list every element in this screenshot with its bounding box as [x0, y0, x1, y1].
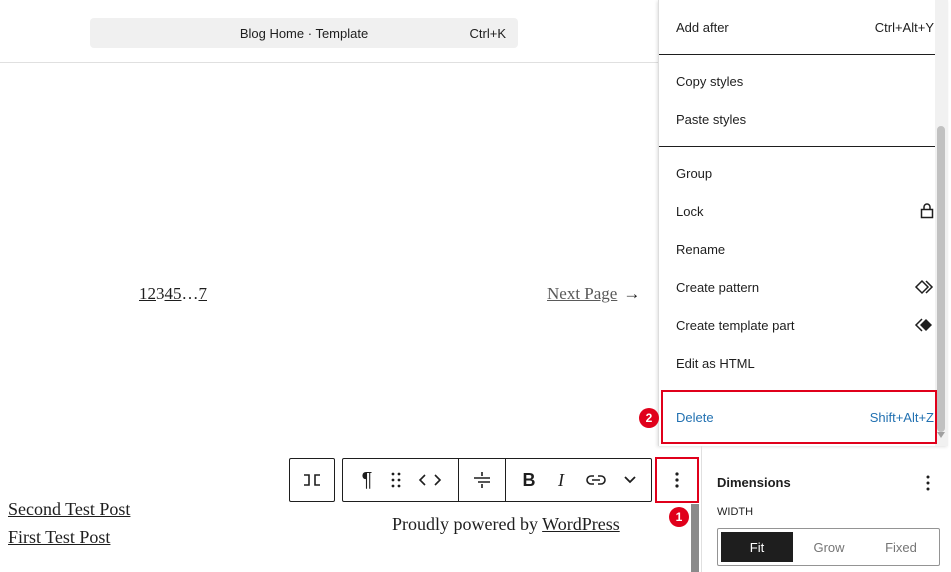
template-part-icon: [914, 317, 934, 336]
menu-item-create-pattern[interactable]: Create pattern: [676, 279, 934, 300]
next-arrow-icon: →: [623, 284, 641, 303]
parent-block-icon[interactable]: [290, 459, 334, 501]
page-current-3: 3: [156, 284, 165, 303]
drag-handle-icon[interactable]: [383, 459, 409, 501]
page-link-1[interactable]: 1: [139, 284, 148, 303]
menu-item-edit-as-html[interactable]: Edit as HTML: [676, 356, 934, 376]
toolbar-parent-group: [289, 458, 335, 502]
menu-item-rename[interactable]: Rename: [676, 242, 934, 262]
menu-item-add-after[interactable]: Add after Ctrl+Alt+Y: [676, 20, 934, 40]
block-toolbar: ¶ B I: [342, 458, 652, 502]
width-option-fixed[interactable]: Fixed: [865, 532, 937, 562]
powered-prefix: Proudly powered by: [392, 514, 543, 534]
page-ellipsis: …: [181, 284, 199, 303]
menu-item-paste-styles[interactable]: Paste styles: [676, 112, 934, 132]
menu-item-label: Lock: [676, 204, 704, 219]
powered-by-text: Proudly powered by WordPress: [392, 514, 620, 535]
annotation-badge-1: 1: [669, 507, 689, 527]
pattern-icon: [914, 279, 934, 298]
dimensions-title: Dimensions: [717, 475, 791, 490]
command-shortcut: Ctrl+K: [469, 26, 506, 41]
menu-item-label: Paste styles: [676, 112, 747, 127]
toolbar-separator: [505, 459, 506, 501]
menu-divider: [659, 146, 935, 147]
align-icon[interactable]: [467, 459, 497, 501]
menu-item-label: Edit as HTML: [676, 356, 755, 371]
menu-item-label: Create pattern: [676, 280, 760, 295]
menu-divider: [659, 54, 935, 55]
width-label: WIDTH: [717, 506, 754, 518]
menu-item-label: Create template part: [676, 318, 795, 333]
post-link-first[interactable]: First Test Post: [8, 527, 110, 548]
page-link-4[interactable]: 4: [165, 284, 174, 303]
lock-icon: [920, 202, 934, 222]
canvas-scrollbar[interactable]: [691, 504, 699, 572]
width-option-grow[interactable]: Grow: [793, 532, 865, 562]
menu-item-copy-styles[interactable]: Copy styles: [676, 74, 934, 94]
menu-item-create-template-part[interactable]: Create template part: [676, 318, 934, 338]
scroll-down-arrow-icon[interactable]: [937, 432, 945, 438]
wordpress-link[interactable]: WordPress: [542, 514, 620, 534]
toolbar-separator: [458, 459, 459, 501]
highlight-delete: [661, 390, 937, 444]
pagination-numbers: 12345…7: [139, 284, 207, 304]
block-options-menu: Add after Ctrl+Alt+Y Copy styles Paste s…: [658, 0, 948, 446]
next-page-label: Next Page: [547, 284, 618, 303]
dimensions-options-icon[interactable]: [920, 474, 936, 492]
paragraph-icon[interactable]: ¶: [353, 459, 381, 501]
width-segmented-control: Fit Grow Fixed: [717, 528, 940, 566]
menu-item-lock[interactable]: Lock: [676, 202, 934, 224]
template-title: Blog Home · Template: [239, 26, 369, 41]
menu-item-label: Rename: [676, 242, 726, 257]
annotation-badge-2: 2: [639, 408, 659, 428]
page-link-5[interactable]: 5: [173, 284, 182, 303]
menu-item-label: Add after: [676, 20, 729, 35]
page-link-2[interactable]: 2: [148, 284, 157, 303]
link-icon[interactable]: [581, 459, 611, 501]
more-rich-text-icon[interactable]: [615, 459, 645, 501]
header-divider: [0, 62, 658, 63]
italic-icon[interactable]: I: [549, 459, 573, 501]
menu-item-label: Copy styles: [676, 74, 744, 89]
move-arrows-icon[interactable]: [415, 459, 445, 501]
width-option-fit[interactable]: Fit: [721, 532, 793, 562]
menu-scrollbar-thumb[interactable]: [937, 126, 945, 432]
menu-item-label: Group: [676, 166, 713, 181]
menu-item-shortcut: Ctrl+Alt+Y: [874, 20, 934, 35]
next-page-link[interactable]: Next Page →: [547, 284, 640, 304]
command-palette-bar[interactable]: Blog Home · Template Ctrl+K: [90, 18, 518, 48]
menu-item-group[interactable]: Group: [676, 166, 934, 186]
bold-icon[interactable]: B: [515, 459, 543, 501]
highlight-options: [655, 457, 699, 503]
panel-border: [701, 446, 702, 572]
post-link-second[interactable]: Second Test Post: [8, 499, 130, 520]
page-link-7[interactable]: 7: [199, 284, 208, 303]
